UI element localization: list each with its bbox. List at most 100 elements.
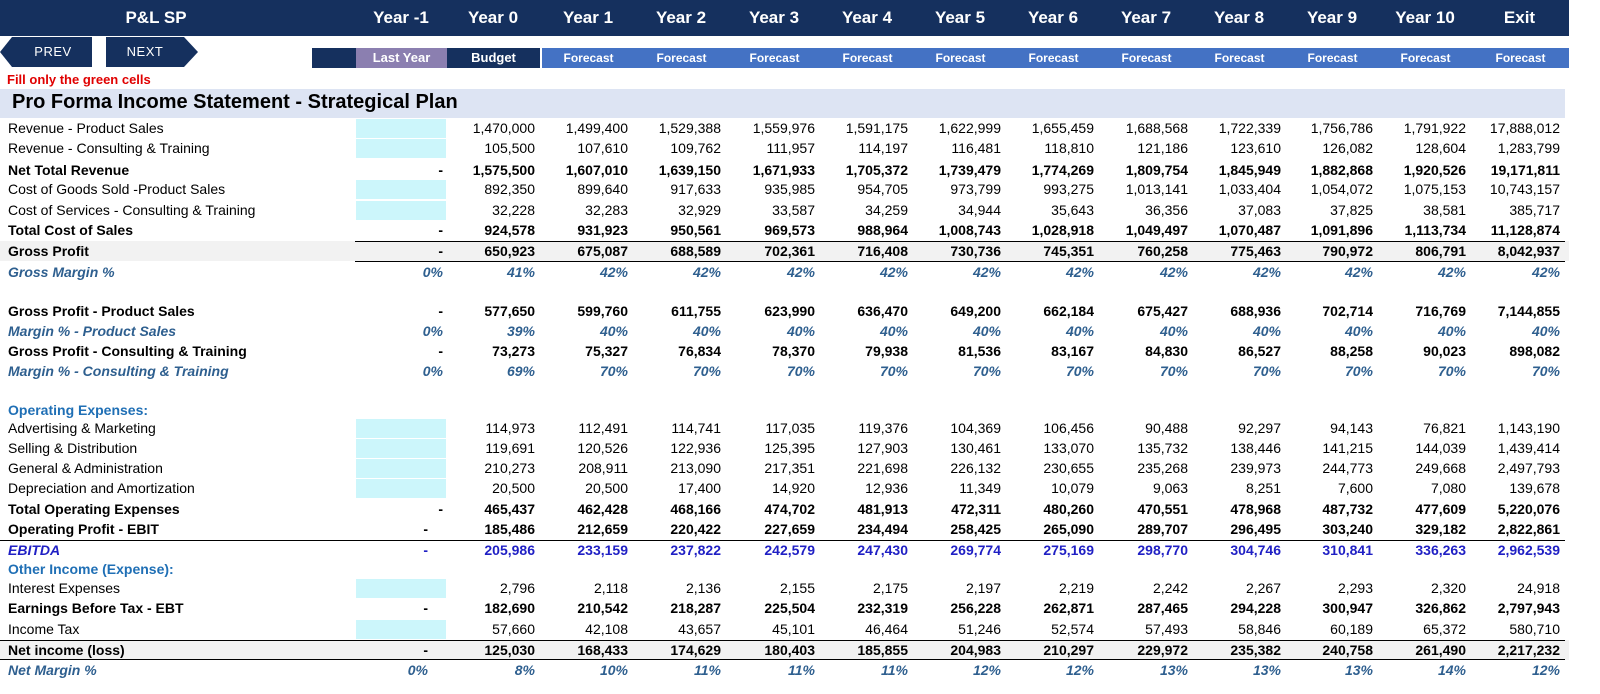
- column-header-1: Year 0: [467, 8, 519, 27]
- cell-value: 133,070: [1043, 440, 1094, 456]
- prev-button[interactable]: PREV: [14, 37, 92, 67]
- subheader-0: Last Year: [356, 48, 447, 68]
- input-cell[interactable]: [356, 419, 446, 438]
- cell-value: 126,082: [1322, 140, 1373, 156]
- cell-value: 88,258: [1330, 343, 1373, 359]
- cell-value: 221,698: [857, 460, 908, 476]
- cell-value: 287,465: [1137, 600, 1188, 616]
- cell-value: 2,797,943: [1497, 600, 1560, 616]
- cell-value: 247,430: [857, 542, 908, 558]
- cell-value: 37,825: [1330, 202, 1373, 218]
- cell-value: 57,493: [1145, 621, 1188, 637]
- cell-value: 12,936: [865, 480, 908, 496]
- table-row: Income Tax 57,660 42,108 43,657 45,101 46,464…: [0, 619, 1569, 639]
- cell-value: 12%: [972, 662, 1001, 678]
- subheader-spacer: [312, 48, 356, 68]
- cell-value: 1,809,754: [1125, 162, 1188, 178]
- cell-value: 470,551: [1137, 501, 1188, 517]
- cell-value: 33,587: [772, 202, 815, 218]
- input-cell[interactable]: [356, 201, 446, 220]
- cell-value: 70%: [879, 363, 908, 379]
- cell-value: 229,972: [1137, 642, 1188, 658]
- column-header-8: Year 7: [1120, 8, 1172, 27]
- cell-value: 2,197: [965, 580, 1001, 596]
- cell-value: 256,228: [950, 600, 1001, 616]
- cell-value: -: [438, 343, 443, 359]
- cell-value: 114,197: [858, 140, 908, 156]
- subheader-11: Forecast: [1379, 48, 1472, 68]
- cell-value: 1,722,339: [1218, 120, 1281, 136]
- cell-value: 1,283,799: [1497, 140, 1560, 156]
- cell-value: 212,659: [577, 521, 628, 537]
- row-label: Revenue - Consulting & Training: [8, 140, 210, 156]
- cell-value: 1,845,949: [1218, 162, 1281, 178]
- row-label: Margin % - Product Sales: [8, 323, 177, 339]
- cell-value: 1,705,372: [845, 162, 908, 178]
- cell-value: 205,986: [484, 542, 535, 558]
- cell-value: 182,690: [484, 600, 535, 616]
- cell-value: 269,774: [950, 542, 1001, 558]
- cell-value: 1,499,400: [565, 120, 628, 136]
- cell-value: -: [438, 303, 443, 319]
- cell-value: 1,591,175: [845, 120, 908, 136]
- cell-value: -: [438, 222, 443, 238]
- table-row: Revenue - Product Sales 1,470,000 1,499,40…: [0, 118, 1569, 138]
- cell-value: 0%: [422, 363, 443, 379]
- column-header-5: Year 4: [841, 8, 893, 27]
- cell-value: 1,639,150: [658, 162, 721, 178]
- row-label: Net Total Revenue: [8, 162, 130, 178]
- table-row: General & Administration 210,273 208,911 21…: [0, 458, 1569, 478]
- cell-value: 303,240: [1322, 521, 1373, 537]
- cell-value: 57,660: [492, 621, 535, 637]
- sheet-title: P&L SP: [125, 8, 187, 27]
- input-cell[interactable]: [356, 459, 446, 478]
- cell-value: 40%: [1437, 323, 1466, 339]
- cell-value: 468,166: [670, 501, 721, 517]
- cell-value: 42%: [972, 264, 1001, 280]
- input-cell[interactable]: [356, 579, 446, 598]
- cell-value: 34,259: [865, 202, 908, 218]
- input-cell[interactable]: [356, 479, 446, 498]
- cell-value: 2,267: [1245, 580, 1281, 596]
- table-row: Depreciation and Amortization 20,500 20,50…: [0, 478, 1569, 498]
- input-cell[interactable]: [356, 119, 446, 138]
- cell-value: 10,079: [1051, 480, 1094, 496]
- input-cell[interactable]: [356, 139, 446, 158]
- cell-value: 139,678: [1509, 480, 1560, 496]
- cell-value: 42%: [1159, 264, 1188, 280]
- cell-value: 2,175: [872, 580, 908, 596]
- cell-value: 174,629: [670, 642, 721, 658]
- input-cell[interactable]: [356, 620, 446, 639]
- cell-value: 462,428: [577, 501, 628, 517]
- row-label: Gross Profit - Consulting & Training: [8, 343, 247, 359]
- cell-value: 1,008,743: [938, 222, 1001, 238]
- table-row: Cost of Services - Consulting & Training…: [0, 200, 1569, 220]
- cell-value: 2,155: [779, 580, 815, 596]
- cell-value: -: [438, 162, 443, 178]
- cell-value: 14%: [1437, 662, 1466, 678]
- row-label: Depreciation and Amortization: [8, 480, 195, 496]
- cell-value: 43,657: [678, 621, 721, 637]
- cell-value: 2,497,793: [1497, 460, 1560, 476]
- cell-value: 2,320: [1430, 580, 1466, 596]
- cell-value: 10%: [599, 662, 628, 678]
- cell-value: 8,251: [1245, 480, 1281, 496]
- input-cell[interactable]: [356, 180, 446, 199]
- column-header-12: Exit: [1503, 8, 1536, 27]
- row-label: Gross Profit: [8, 243, 89, 259]
- cell-value: 899,640: [577, 181, 628, 197]
- cell-value: 65,372: [1423, 621, 1466, 637]
- cell-value: 702,714: [1322, 303, 1373, 319]
- cell-value: 7,080: [1430, 480, 1466, 496]
- cell-value: 76,834: [678, 343, 721, 359]
- input-cell[interactable]: [356, 439, 446, 458]
- cell-value: 123,610: [1230, 140, 1281, 156]
- row-label: Advertising & Marketing: [8, 420, 156, 436]
- next-button[interactable]: NEXT: [106, 37, 184, 67]
- cell-value: 1,920,526: [1403, 162, 1466, 178]
- cell-value: 40%: [692, 323, 721, 339]
- cell-value: 40%: [1344, 323, 1373, 339]
- cell-value: 2,118: [594, 580, 628, 596]
- cell-value: 70%: [1344, 363, 1373, 379]
- cell-value: 111,957: [766, 140, 815, 156]
